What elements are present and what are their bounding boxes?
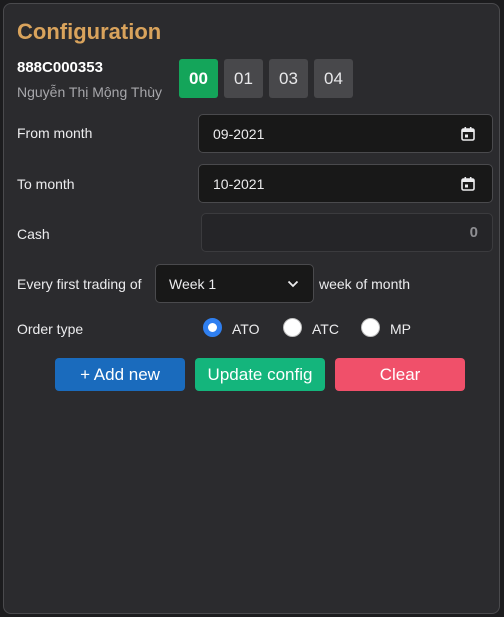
radio-mp[interactable]	[361, 318, 380, 337]
sub-account-00[interactable]: 00	[179, 59, 218, 98]
clear-button[interactable]: Clear	[335, 358, 465, 391]
to-month-input[interactable]: 10-2021	[198, 164, 493, 203]
radio-atc[interactable]	[283, 318, 302, 337]
sub-account-03[interactable]: 03	[269, 59, 308, 98]
from-month-label: From month	[17, 125, 93, 141]
to-month-label: To month	[17, 176, 75, 192]
page-title: Configuration	[17, 19, 162, 44]
sub-account-01[interactable]: 01	[224, 59, 263, 98]
cash-input[interactable]: 0	[201, 213, 493, 252]
week-select[interactable]: Week 1	[155, 264, 314, 303]
from-month-input[interactable]: 09-2021	[198, 114, 493, 153]
cash-label: Cash	[17, 226, 50, 242]
cash-placeholder: 0	[469, 224, 478, 241]
configuration-panel: Configuration 888C000353 Nguyễn Thị Mộng…	[3, 3, 500, 614]
to-month-value: 10-2021	[213, 175, 265, 192]
order-type-label: Order type	[17, 321, 84, 337]
radio-atc-label: ATC	[312, 321, 339, 337]
from-month-value: 09-2021	[213, 125, 265, 142]
radio-ato[interactable]	[203, 318, 222, 337]
schedule-suffix: week of month	[319, 276, 411, 292]
radio-mp-label: MP	[390, 321, 411, 337]
update-config-button[interactable]: Update config	[195, 358, 325, 391]
sub-account-04[interactable]: 04	[314, 59, 353, 98]
radio-ato-label: ATO	[232, 321, 260, 337]
chevron-down-icon	[287, 280, 299, 288]
calendar-icon[interactable]	[460, 176, 476, 192]
calendar-icon[interactable]	[460, 126, 476, 142]
week-select-value: Week 1	[169, 275, 217, 292]
account-name: Nguyễn Thị Mộng Thùy	[17, 84, 163, 100]
add-new-button[interactable]: + Add new	[55, 358, 185, 391]
schedule-prefix: Every first trading of	[17, 276, 142, 292]
account-id: 888C000353	[17, 59, 103, 76]
